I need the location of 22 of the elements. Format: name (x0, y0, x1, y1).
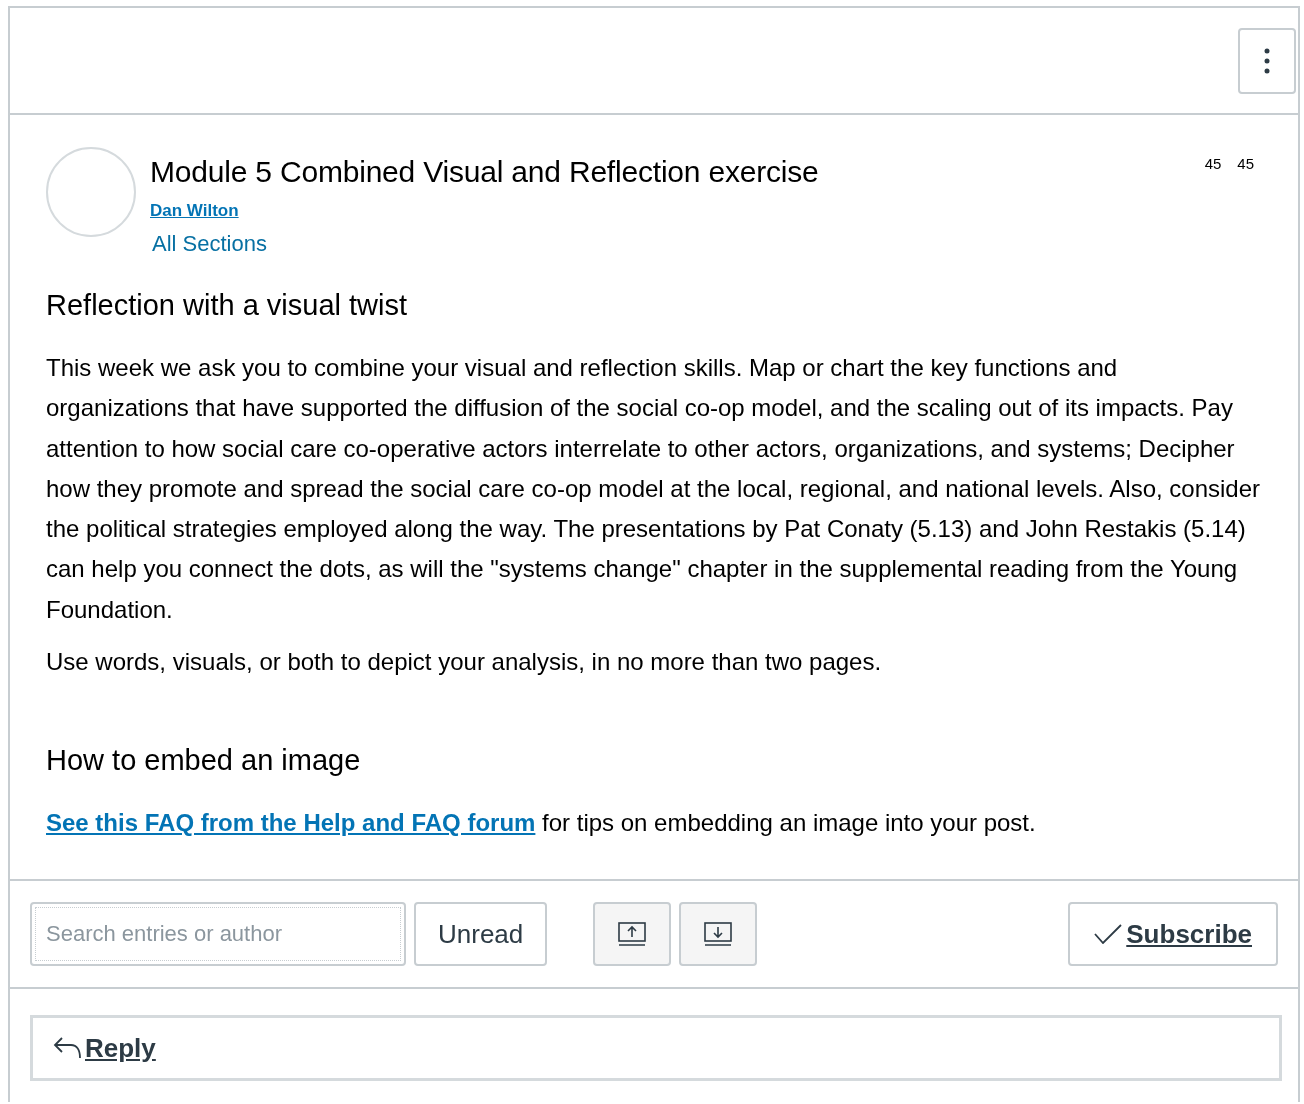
subscribe-button[interactable]: Subscribe (1068, 902, 1278, 966)
sections-link[interactable]: All Sections (152, 231, 267, 257)
body-paragraph: Use words, visuals, or both to depict your analysis, in no more than two pages. (46, 647, 883, 678)
section-heading: How to embed an image (46, 744, 362, 778)
collapse-button[interactable] (593, 902, 672, 966)
body-paragraph: See this FAQ from the Help and FAQ forum for tips on embedding an image into your post. (46, 808, 1037, 839)
section-heading: Reflection with a visual twist (46, 289, 409, 322)
count-label: 45 (1204, 155, 1222, 172)
checkmark-icon (1094, 924, 1123, 944)
post-title: Module 5 Combined Visual and Reflection exercise (150, 155, 819, 189)
body-paragraph: This week we ask you to combine your visual and reflection skills. Map or chart the key functions and organizations that have supported the diffusion of the social co-op model, and the scaling out of its impacts. Pay attention to how social care co-operative actors interrelate to other actors, organizations, and systems; Decipher how they promote and spread the social care co-op model at the local, regional, and national levels. Also, consider the political strategies employed along the way. The presentations by Pat Conaty (5.13) and John Restakis (5.14) can help you connect the dots, as will the "systems change" chapter in the supplemental reading from the Young Foundation. (46, 353, 1262, 625)
reply-button[interactable]: Reply (30, 1015, 1282, 1081)
reply-icon (53, 1035, 83, 1061)
faq-link[interactable]: See this FAQ from the Help and FAQ forum (46, 809, 536, 837)
expand-button[interactable] (679, 902, 758, 966)
unread-button[interactable]: Unread (414, 902, 548, 966)
count-label: 45 (1237, 155, 1254, 172)
upload-icon (617, 921, 648, 947)
download-icon (703, 921, 734, 947)
author-link[interactable]: Dan Wilton (150, 201, 239, 221)
more-options-icon (1264, 47, 1270, 74)
search-field[interactable]: Search entries or author (30, 902, 406, 966)
